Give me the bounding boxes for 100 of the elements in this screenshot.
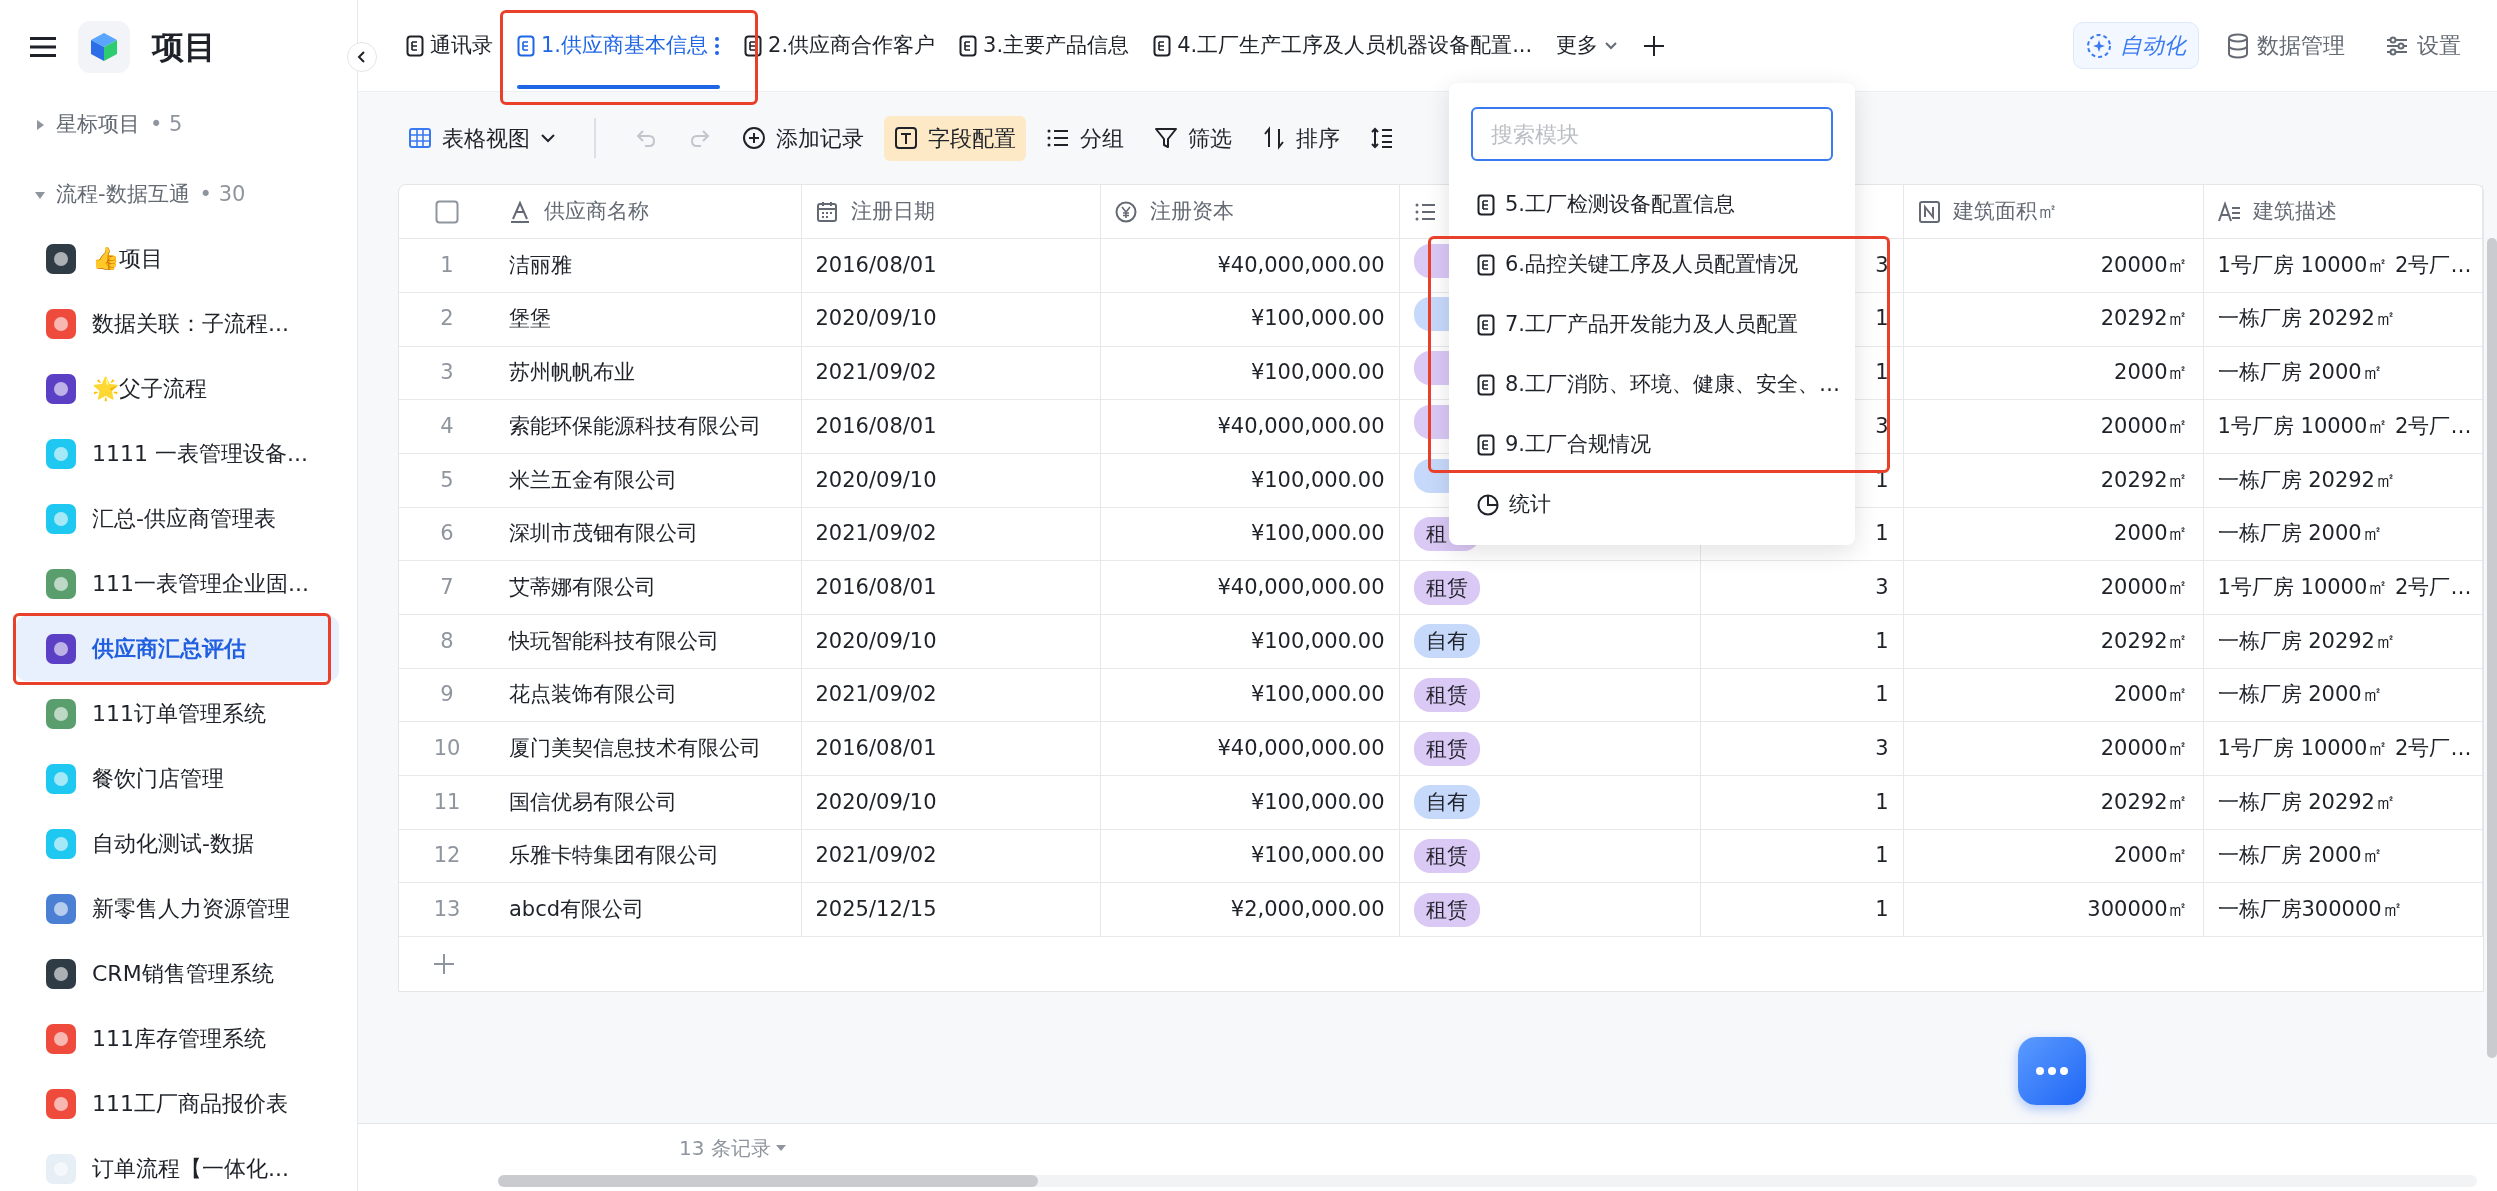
tab[interactable]: 1.供应商基本信息 <box>505 0 733 91</box>
document-icon <box>1477 314 1495 336</box>
column-header[interactable]: 注册日期 <box>850 195 935 228</box>
table-cell: 20292㎡ <box>1903 775 2203 830</box>
table-cell: ¥40,000,000.00 <box>1100 560 1399 615</box>
tab[interactable]: 4.工厂生产工序及人员机器设备配置... <box>1141 0 1545 91</box>
table-cell: 一栋厂房 2000㎡ <box>2203 346 2483 400</box>
tab[interactable]: 通讯录 <box>394 0 505 91</box>
column-header[interactable]: 建筑面积㎡ <box>1952 195 2058 228</box>
text-type-icon <box>509 199 532 224</box>
sidebar-item[interactable]: 🌟父子流程 <box>16 356 339 421</box>
table-cell: 1 <box>1700 614 1903 669</box>
chevron-down-icon <box>1604 40 1619 51</box>
table-cell: 一栋厂房 20292㎡ <box>2203 614 2483 669</box>
group-label: 流程-数据互通 <box>56 181 190 209</box>
project-title: 项目 <box>152 27 216 68</box>
search-field[interactable]: 搜索模块 <box>1471 107 1833 161</box>
table-cell: 20292㎡ <box>1903 614 2203 669</box>
row-number: 4 <box>399 399 495 454</box>
view-switcher-button[interactable]: 表格视图 <box>398 115 566 161</box>
table-cell: 2016/08/01 <box>801 721 1100 776</box>
table-cell: 2000㎡ <box>1903 668 2203 722</box>
table-cell: 2021/09/02 <box>801 507 1100 561</box>
document-icon <box>406 34 424 57</box>
column-header[interactable]: 建筑描述 <box>2252 195 2337 228</box>
filter-button[interactable]: 筛选 <box>1144 115 1242 161</box>
table-cell: 1 <box>1700 882 1903 937</box>
checkbox[interactable] <box>435 199 459 224</box>
group-header[interactable]: 流程-数据互通 • 30 <box>0 164 357 226</box>
sidebar-item[interactable]: 数据关联：子流程... <box>16 291 339 356</box>
table-cell: 堡堡 <box>495 292 801 347</box>
horizontal-scrollbar[interactable] <box>498 1175 1038 1187</box>
kebab-icon[interactable] <box>714 34 721 57</box>
add-row-icon[interactable] <box>433 953 455 976</box>
tab[interactable]: 3.主要产品信息 <box>947 0 1142 91</box>
sidebar-item[interactable]: 111库存管理系统 <box>16 1006 339 1071</box>
pie-chart-icon <box>1477 494 1499 516</box>
table-cell: ¥40,000,000.00 <box>1100 721 1399 776</box>
sidebar-item[interactable]: 汇总-供应商管理表 <box>16 486 339 551</box>
table-cell: 厦门美契信息技术有限公司 <box>495 721 801 776</box>
sidebar-item[interactable]: 餐饮门店管理 <box>16 746 339 811</box>
table-cell: 一栋厂房 2000㎡ <box>2203 668 2483 722</box>
group-count: • 5 <box>150 111 183 139</box>
tag: 租赁 <box>1413 678 1480 713</box>
row-number: 8 <box>399 614 495 669</box>
table-cell: ¥2,000,000.00 <box>1100 882 1399 937</box>
tab[interactable]: 2.供应商合作客户 <box>732 0 948 91</box>
table-cell: ¥40,000,000.00 <box>1100 238 1399 293</box>
sidebar-item[interactable]: 自动化测试-数据 <box>16 811 339 876</box>
document-icon <box>959 34 978 57</box>
plus-circle-icon <box>742 126 766 150</box>
vertical-scrollbar[interactable] <box>2487 238 2497 1058</box>
sidebar-item[interactable]: 111工厂商品报价表 <box>16 1071 339 1136</box>
table-cell: 艾蒂娜有限公司 <box>495 560 801 615</box>
sidebar-item[interactable]: CRM销售管理系统 <box>16 941 339 1006</box>
document-icon <box>744 34 763 57</box>
table-cell: 1 <box>1700 829 1903 883</box>
sidebar-item[interactable]: 111订单管理系统 <box>16 681 339 746</box>
more-actions-button[interactable] <box>2018 1037 2086 1105</box>
table-cell: ¥40,000,000.00 <box>1100 399 1399 454</box>
fields-button[interactable]: 字段配置 <box>884 115 1026 161</box>
table-cell: abcd有限公司 <box>495 882 801 937</box>
sidebar-item[interactable]: 订单流程【一体化... <box>16 1136 339 1191</box>
table-cell: 2000㎡ <box>1903 507 2203 561</box>
sidebar-item[interactable]: 供应商汇总评估 <box>16 616 339 681</box>
tag: 自有 <box>1413 624 1480 659</box>
sidebar-item[interactable]: 1111 一表管理设备... <box>16 421 339 486</box>
more-tabs-button[interactable]: 更多 <box>1544 0 1631 91</box>
column-header[interactable]: 供应商名称 <box>544 195 649 228</box>
table-cell: 1 <box>1700 775 1903 830</box>
chevron-left-icon <box>356 50 368 64</box>
column-header[interactable]: 注册资本 <box>1149 195 1234 228</box>
collapse-button[interactable] <box>347 42 377 72</box>
table-cell: 20000㎡ <box>1903 721 2203 776</box>
table-cell: 2020/09/10 <box>801 453 1100 508</box>
sidebar-item[interactable]: 111一表管理企业固... <box>16 551 339 616</box>
table-cell: 2020/09/10 <box>801 292 1100 347</box>
group-header[interactable]: 星标项目 • 5 <box>0 94 357 156</box>
caret-icon <box>774 1144 787 1152</box>
data-management-button[interactable]: 数据管理 <box>2215 23 2357 68</box>
sidebar-item[interactable]: 👍项目 <box>16 226 339 291</box>
tag: 租赁 <box>1413 892 1480 927</box>
table-cell: 1号厂房 10000㎡ 2号厂… <box>2203 560 2483 615</box>
table-cell: 花点装饰有限公司 <box>495 668 801 722</box>
group-button[interactable]: 分组 <box>1036 115 1134 161</box>
automation-button[interactable]: 自动化 <box>2073 22 2199 69</box>
table-cell: 快玩智能科技有限公司 <box>495 614 801 669</box>
sidebar-item[interactable]: 新零售人力资源管理 <box>16 876 339 941</box>
sort-button[interactable]: 排序 <box>1252 115 1350 161</box>
add-button[interactable]: 添加记录 <box>732 115 874 161</box>
calendar-icon <box>815 199 839 224</box>
document-icon <box>517 34 535 57</box>
menu-item[interactable]: 5.工厂检测设备配置信息 <box>1449 175 1855 235</box>
menu-icon[interactable] <box>30 36 56 58</box>
table-cell: 2020/09/10 <box>801 614 1100 669</box>
settings-button[interactable]: 设置 <box>2373 23 2473 68</box>
table-cell: 1号厂房 10000㎡ 2号厂… <box>2203 721 2483 776</box>
document-icon <box>1153 34 1172 57</box>
row-number: 1 <box>399 238 495 293</box>
table-icon <box>408 126 432 150</box>
